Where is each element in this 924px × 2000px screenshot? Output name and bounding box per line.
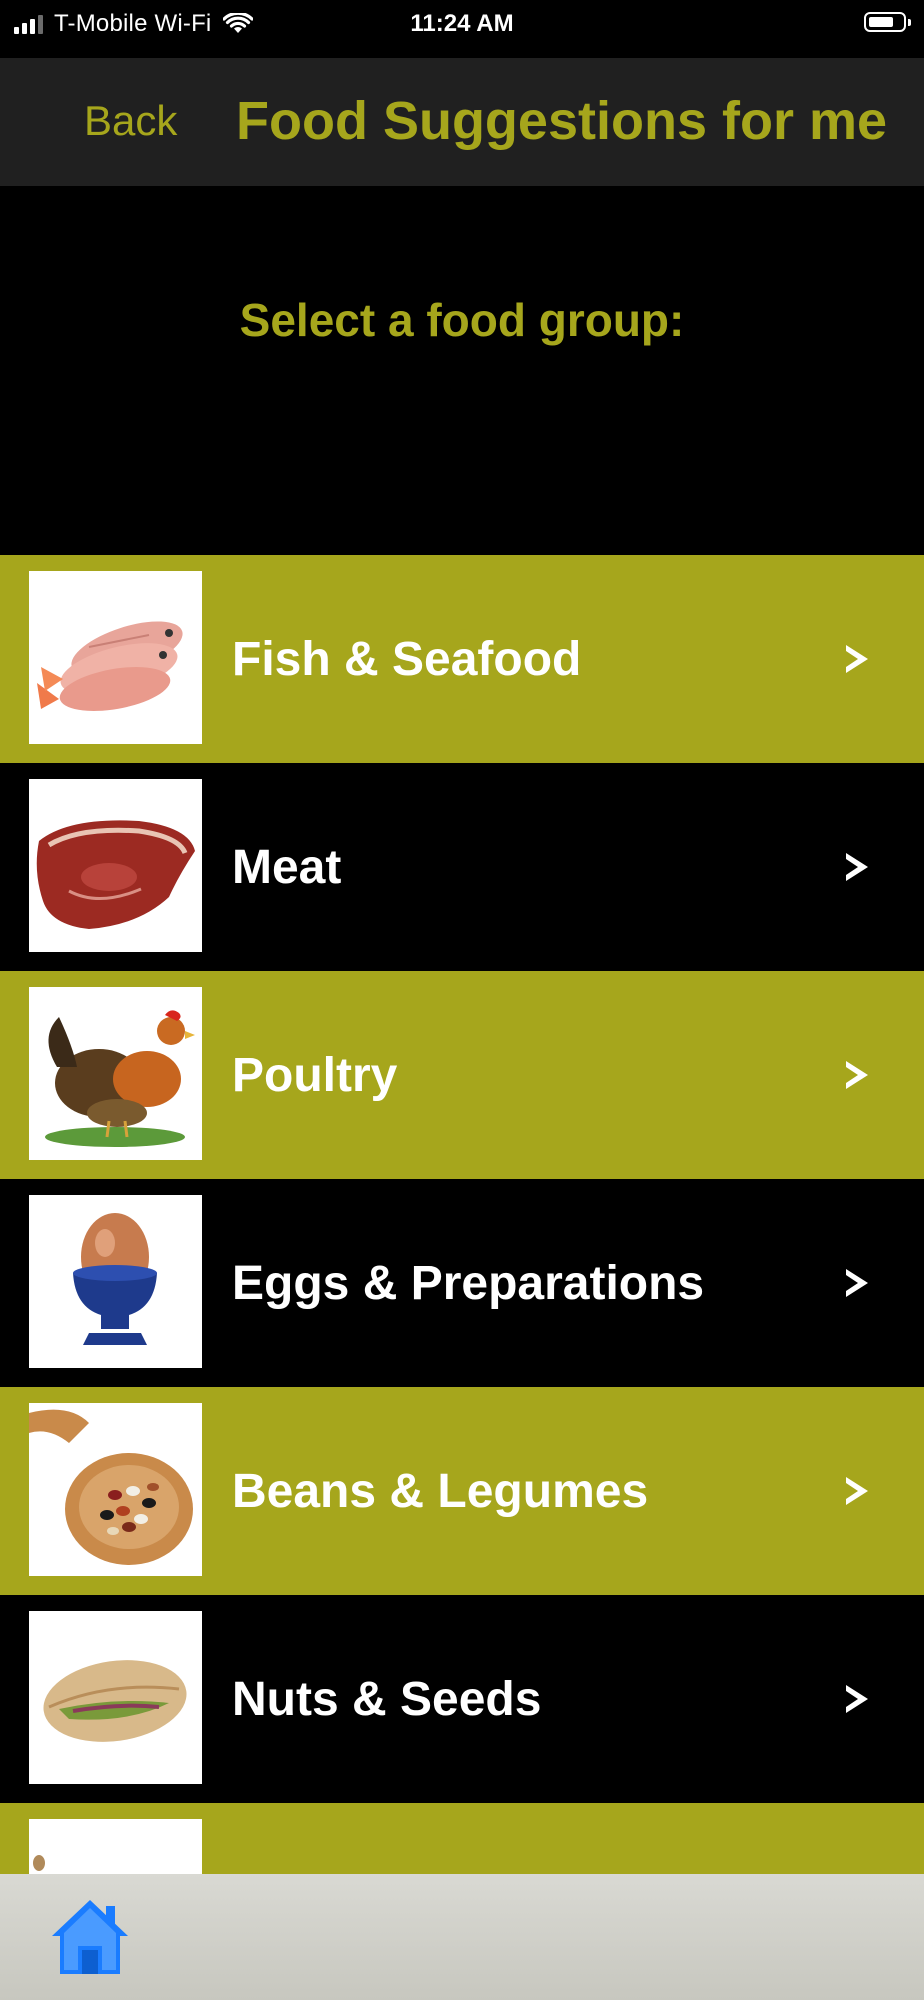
food-group-row-meat[interactable]: Meat	[0, 763, 924, 971]
bottom-toolbar	[0, 1874, 924, 2000]
food-group-label: Eggs & Preparations	[232, 1256, 705, 1310]
chevron-right-icon	[846, 1061, 868, 1089]
section-prompt: Select a food group:	[239, 294, 685, 346]
back-button[interactable]: Back	[84, 96, 177, 146]
food-group-row-beans-legumes[interactable]: Beans & Legumes	[0, 1387, 924, 1595]
chevron-right-icon	[846, 1477, 868, 1505]
egg-icon	[29, 1195, 202, 1368]
food-group-row-poultry[interactable]: Poultry	[0, 971, 924, 1179]
app-screen: T-Mobile Wi-Fi 11:24 AM Back Food Sugges…	[0, 0, 924, 2000]
food-group-label: Meat	[232, 840, 342, 894]
status-bar: T-Mobile Wi-Fi 11:24 AM	[0, 0, 924, 58]
food-group-label: Fish & Seafood	[232, 632, 582, 686]
page-title: Food Suggestions for me	[236, 91, 888, 151]
food-group-label: Poultry	[232, 1048, 398, 1102]
navigation-bar: Back Food Suggestions for me	[0, 58, 924, 186]
battery-icon	[864, 12, 911, 32]
steak-icon	[29, 779, 202, 952]
status-time: 11:24 AM	[410, 10, 514, 37]
food-group-row-eggs-preparations[interactable]: Eggs & Preparations	[0, 1179, 924, 1387]
chicken-icon	[29, 987, 202, 1160]
chevron-right-icon	[846, 1685, 868, 1713]
food-group-row-nuts-seeds[interactable]: Nuts & Seeds	[0, 1595, 924, 1803]
chevron-right-icon	[846, 645, 868, 673]
beans-icon	[29, 1403, 202, 1576]
food-group-label: Nuts & Seeds	[232, 1672, 542, 1726]
chevron-right-icon	[846, 853, 868, 881]
food-group-row-fish-seafood[interactable]: Fish & Seafood	[0, 555, 924, 763]
fish-icon	[29, 571, 202, 744]
chevron-right-icon	[846, 1269, 868, 1297]
food-group-list: Fish & Seafood Meat Poultry Eggs & Prepa…	[0, 555, 924, 2000]
home-icon[interactable]	[50, 1898, 130, 1976]
nut-icon	[29, 1611, 202, 1784]
food-group-label: Beans & Legumes	[232, 1464, 649, 1518]
